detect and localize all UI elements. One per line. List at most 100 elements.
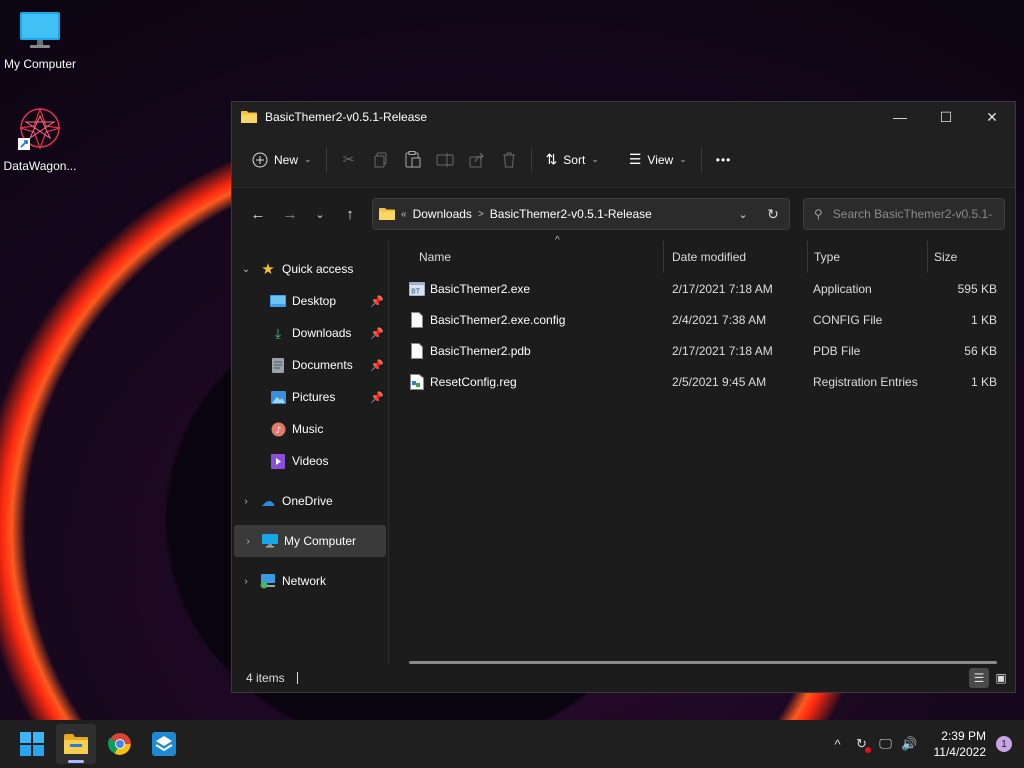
- back-button[interactable]: ←: [242, 198, 274, 230]
- toolbar-divider: [325, 146, 327, 173]
- paste-button[interactable]: [397, 144, 429, 176]
- nav-item-network[interactable]: › Network: [232, 565, 388, 597]
- nav-item-onedrive[interactable]: › ☁ OneDrive: [232, 485, 388, 517]
- file-date: 2/5/2021 9:45 AM: [672, 374, 767, 389]
- desktop-icon-datawagon[interactable]: DataWagon...: [0, 106, 80, 173]
- cut-icon: ✂: [342, 151, 355, 167]
- sort-button[interactable]: ⇅ Sort ⌄: [538, 144, 607, 176]
- nav-item-label: Network: [282, 574, 327, 588]
- arrow-up-icon: ↑: [346, 205, 354, 223]
- breadcrumb-downloads[interactable]: Downloads: [413, 207, 472, 221]
- recent-locations-button[interactable]: ⌄: [306, 198, 334, 230]
- taskbar-file-explorer[interactable]: [56, 724, 96, 764]
- pin-icon[interactable]: 📌: [370, 391, 384, 404]
- breadcrumb-overflow[interactable]: «: [401, 209, 407, 220]
- start-button[interactable]: [12, 724, 52, 764]
- address-dropdown-button[interactable]: ⌄: [729, 198, 757, 230]
- chevron-down-icon[interactable]: ⌄: [232, 264, 260, 275]
- pin-icon[interactable]: 📌: [370, 295, 384, 308]
- file-row[interactable]: BasicThemer2.pdb 2/17/2021 7:18 AM PDB F…: [409, 335, 1015, 366]
- file-row[interactable]: ResetConfig.reg 2/5/2021 9:45 AM Registr…: [409, 366, 1015, 397]
- nav-item-music[interactable]: ♪ Music: [232, 413, 388, 445]
- registry-file-icon: [409, 373, 425, 390]
- nav-item-videos[interactable]: Videos: [232, 445, 388, 477]
- copy-button[interactable]: [365, 144, 397, 176]
- view-button[interactable]: ☰ View ⌄: [621, 144, 695, 176]
- share-button[interactable]: [461, 144, 493, 176]
- chevron-right-icon[interactable]: ›: [232, 576, 260, 587]
- volume-button[interactable]: 🔊: [898, 736, 922, 752]
- pin-icon[interactable]: 📌: [370, 359, 384, 372]
- cut-button[interactable]: ✂: [333, 144, 365, 176]
- paste-icon: [405, 151, 421, 168]
- maximize-icon: ☐: [939, 108, 953, 125]
- title-bar[interactable]: BasicThemer2-v0.5.1-Release — ☐ ✕: [232, 102, 1015, 132]
- breadcrumb-current-folder[interactable]: BasicThemer2-v0.5.1-Release: [490, 207, 652, 221]
- large-icons-view-button[interactable]: ▣: [991, 668, 1011, 688]
- search-box[interactable]: ⚲: [803, 198, 1005, 230]
- details-view-button[interactable]: ☰: [969, 668, 989, 688]
- status-divider: [296, 672, 298, 684]
- forward-button[interactable]: →: [274, 198, 306, 230]
- svg-text:♪: ♪: [275, 426, 281, 436]
- column-headers: ^ Name Date modified Type Size: [409, 235, 1015, 273]
- document-icon: [270, 357, 286, 373]
- chevron-down-icon: ⌄: [679, 154, 687, 164]
- taskbar-chrome[interactable]: [100, 724, 140, 764]
- arrow-left-icon: ←: [250, 205, 266, 223]
- nav-item-label: Videos: [292, 454, 329, 468]
- taskbar-app-inbox[interactable]: [144, 724, 184, 764]
- details-view-icon: ☰: [973, 671, 985, 685]
- pin-icon[interactable]: 📌: [370, 327, 384, 340]
- cloud-icon: ☁: [261, 492, 275, 509]
- nav-item-quick-access[interactable]: ⌄ ★ Quick access: [232, 253, 388, 285]
- large-icons-view-icon: ▣: [995, 671, 1007, 685]
- maximize-button[interactable]: ☐: [923, 102, 969, 132]
- new-button[interactable]: New ⌄: [244, 144, 320, 176]
- toolbar-divider: [530, 146, 532, 173]
- nav-item-downloads[interactable]: ⤓ Downloads 📌: [232, 317, 388, 349]
- copy-icon: [374, 152, 387, 167]
- nav-item-label: Documents: [292, 358, 353, 372]
- minimize-button[interactable]: —: [877, 102, 923, 132]
- navigation-pane: ⌄ ★ Quick access Desktop 📌 ⤓ Downloads 📌…: [232, 241, 388, 664]
- nav-item-desktop[interactable]: Desktop 📌: [232, 285, 388, 317]
- column-header-type[interactable]: Type: [807, 241, 927, 273]
- search-input[interactable]: [830, 206, 995, 222]
- more-options-button[interactable]: •••: [708, 144, 740, 176]
- nav-item-label: Desktop: [292, 294, 337, 308]
- file-row[interactable]: BasicThemer2.exe.config 2/4/2021 7:38 AM…: [409, 304, 1015, 335]
- refresh-button[interactable]: ↻: [757, 198, 789, 230]
- sync-status-button[interactable]: ↻: [850, 736, 874, 753]
- nav-item-pictures[interactable]: Pictures 📌: [232, 381, 388, 413]
- network-button[interactable]: 🖵: [874, 736, 898, 752]
- svg-text:BT: BT: [411, 287, 421, 295]
- up-button[interactable]: ↑: [334, 198, 366, 230]
- column-header-name[interactable]: Name: [409, 241, 663, 273]
- address-bar[interactable]: « Downloads > BasicThemer2-v0.5.1-Releas…: [372, 198, 790, 230]
- download-icon: ⤓: [274, 324, 282, 341]
- nav-item-documents[interactable]: Documents 📌: [232, 349, 388, 381]
- notification-badge[interactable]: 1: [996, 736, 1012, 752]
- chevron-right-icon[interactable]: ›: [232, 496, 260, 507]
- rename-button[interactable]: [429, 144, 461, 176]
- file-name: BasicThemer2.pdb: [430, 343, 531, 358]
- arrow-right-icon: →: [282, 205, 298, 223]
- desktop-icon-my-computer[interactable]: My Computer: [0, 10, 80, 71]
- file-row[interactable]: BT BasicThemer2.exe 2/17/2021 7:18 AM Ap…: [409, 273, 1015, 304]
- column-header-size[interactable]: Size: [927, 241, 1005, 273]
- rename-icon: [436, 152, 454, 167]
- delete-button[interactable]: [493, 144, 525, 176]
- show-hidden-icons-button[interactable]: ^: [826, 737, 850, 752]
- command-bar: New ⌄ ✂ ⇅ Sort ⌄ ☰ View ⌄ •••: [232, 132, 1015, 188]
- monitor-icon: [20, 12, 60, 48]
- column-header-date-modified[interactable]: Date modified: [663, 241, 807, 273]
- delete-icon: [502, 152, 515, 167]
- inbox-app-icon: [152, 732, 176, 756]
- chevron-right-icon[interactable]: ›: [234, 536, 262, 547]
- close-button[interactable]: ✕: [969, 102, 1015, 132]
- clock[interactable]: 2:39 PM 11/4/2022: [934, 728, 987, 760]
- nav-item-my-computer[interactable]: › My Computer: [234, 525, 386, 557]
- chevron-up-icon: ^: [834, 736, 841, 752]
- view-button-label: View: [647, 152, 674, 167]
